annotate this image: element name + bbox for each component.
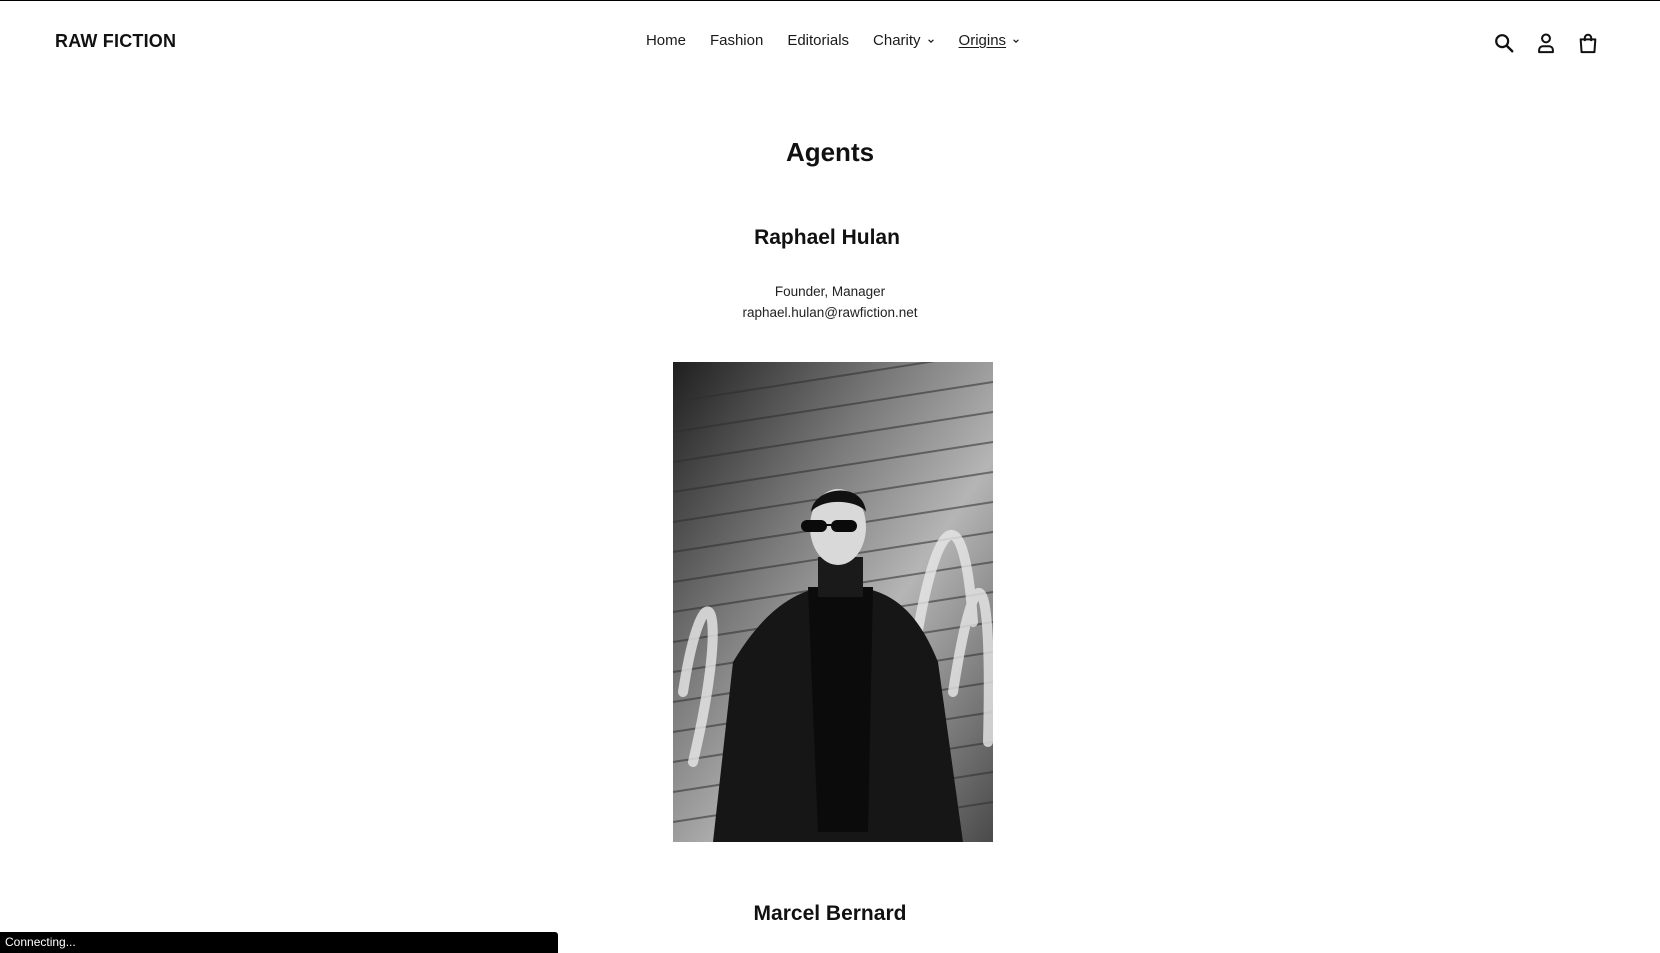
agent-email[interactable]: raphael.hulan@rawfiction.net xyxy=(0,302,1660,323)
agent-photo xyxy=(673,362,993,842)
search-button[interactable] xyxy=(1490,29,1518,57)
chevron-down-icon xyxy=(927,38,934,43)
nav-label: Home xyxy=(645,32,686,49)
cart-button[interactable] xyxy=(1574,29,1602,57)
cart-icon xyxy=(1579,33,1597,54)
site-header: RAW FICTION Home Fashion Editorials Char… xyxy=(0,0,1660,86)
search-icon xyxy=(1495,34,1514,53)
nav-item-fashion[interactable]: Fashion xyxy=(698,32,775,49)
agent-role: Founder, Manager xyxy=(774,284,886,299)
chevron-down-icon xyxy=(1013,38,1019,43)
nav-label: Fashion xyxy=(709,32,764,49)
nav-label: Origins xyxy=(958,32,1007,49)
agent-name: Marcel Bernard xyxy=(753,902,907,925)
browser-status-bar: Connecting... xyxy=(0,932,558,953)
agent-details: Founder, Manager raphael.hulan@rawfictio… xyxy=(0,281,1660,323)
agent-name: Raphael Hulan xyxy=(754,226,900,249)
nav-label: Charity xyxy=(873,32,921,49)
account-button[interactable] xyxy=(1532,29,1560,57)
page-title: Agents xyxy=(785,137,875,167)
main-nav: Home Fashion Editorials Charity Origins xyxy=(0,32,1660,49)
nav-item-charity[interactable]: Charity xyxy=(861,32,947,49)
nav-item-origins[interactable]: Origins xyxy=(947,32,1033,49)
nav-item-home[interactable]: Home xyxy=(634,32,698,49)
header-icons xyxy=(1490,29,1602,57)
agent-photo-illustration xyxy=(673,362,993,842)
nav-item-editorials[interactable]: Editorials xyxy=(775,32,861,49)
nav-label: Editorials xyxy=(787,32,850,49)
account-icon xyxy=(1538,33,1554,54)
